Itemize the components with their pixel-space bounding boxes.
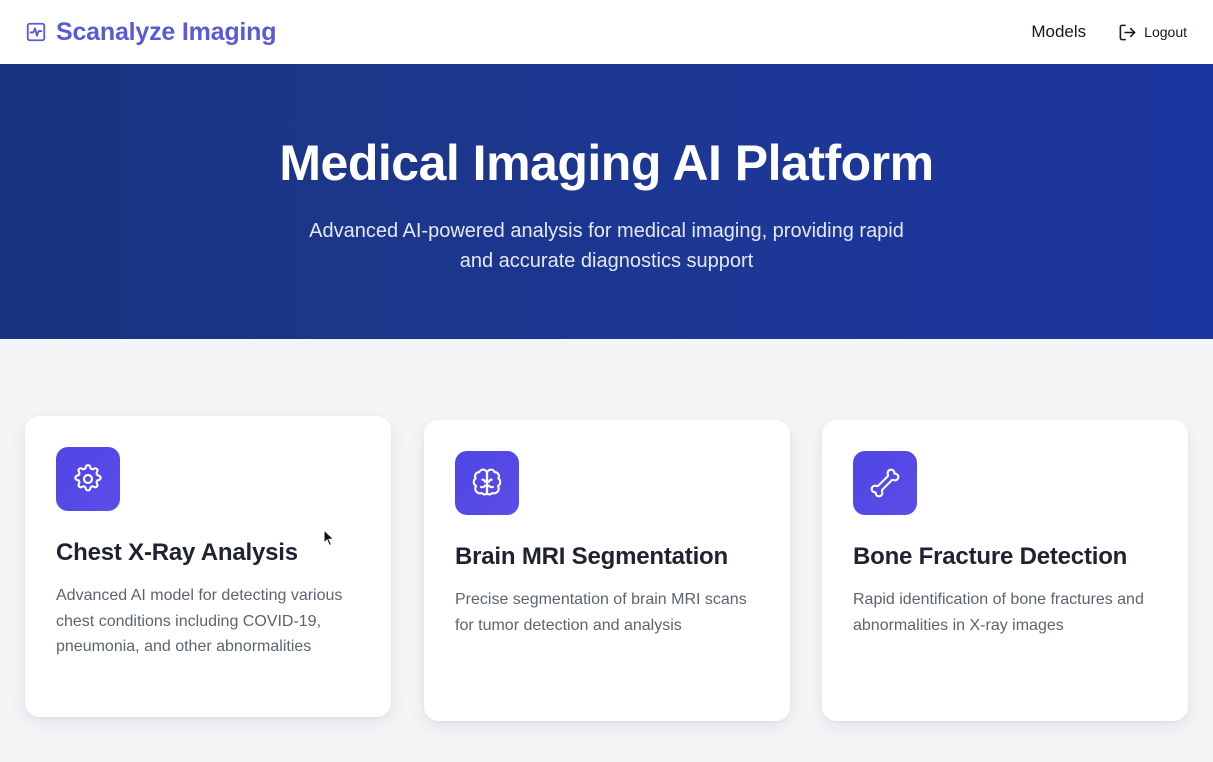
model-card-bone-fracture[interactable]: Bone Fracture Detection Rapid identifica… — [822, 420, 1188, 721]
hero-subtitle: Advanced AI-powered analysis for medical… — [309, 220, 904, 272]
mouse-cursor-icon — [323, 529, 335, 547]
bone-icon — [853, 451, 917, 515]
brain-icon — [455, 451, 519, 515]
hero-banner: Medical Imaging AI Platform Advanced AI-… — [0, 64, 1213, 339]
brand-logo[interactable]: Scanalyze Imaging — [25, 18, 276, 47]
card-title: Bone Fracture Detection — [853, 543, 1128, 570]
brand-name: Scanalyze Imaging — [56, 17, 277, 46]
logout-icon — [1118, 23, 1137, 42]
activity-icon — [25, 21, 47, 43]
hero-title: Medical Imaging AI Platform — [279, 135, 934, 191]
logout-button[interactable]: Logout — [1118, 23, 1187, 42]
top-navbar: Scanalyze Imaging Models Logout — [0, 0, 1213, 64]
nav-links: Models Logout — [1031, 22, 1187, 42]
gear-icon — [56, 447, 120, 511]
card-description: Rapid identification of bone fractures a… — [853, 591, 1144, 634]
model-card-chest-xray[interactable]: Chest X-Ray Analysis Advanced AI model f… — [25, 416, 391, 717]
card-description: Advanced AI model for detecting various … — [56, 587, 343, 655]
card-description: Precise segmentation of brain MRI scans … — [455, 591, 747, 634]
logout-label: Logout — [1144, 24, 1187, 40]
model-card-brain-mri[interactable]: Brain MRI Segmentation Precise segmentat… — [424, 420, 790, 721]
card-title: Brain MRI Segmentation — [455, 543, 728, 570]
models-link[interactable]: Models — [1031, 22, 1086, 42]
card-title: Chest X-Ray Analysis — [56, 539, 298, 566]
